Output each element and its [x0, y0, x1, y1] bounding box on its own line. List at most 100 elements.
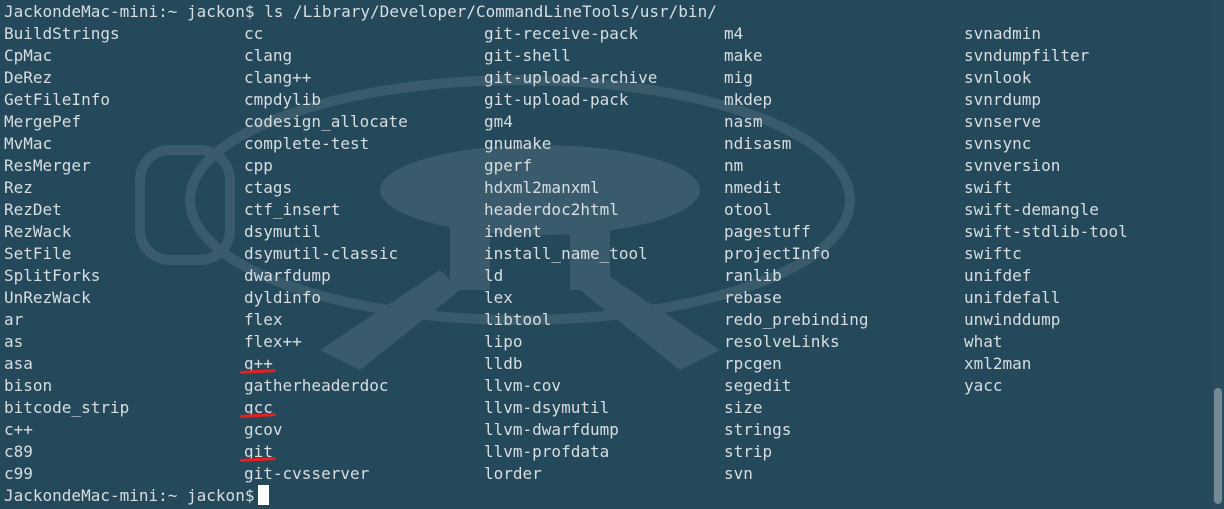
ls-entry: redo_prebinding — [724, 310, 869, 329]
ls-entry: indent — [484, 222, 542, 241]
terminal-window[interactable]: JackondeMac-mini:~ jackon$ ls /Library/D… — [0, 0, 1224, 509]
ls-entry: mkdep — [724, 90, 773, 109]
ls-entry: unifdefall — [964, 288, 1061, 307]
ls-entry: dyldinfo — [244, 288, 322, 307]
ls-entry: git-upload-archive — [484, 68, 658, 87]
ls-entry: swift — [964, 178, 1013, 197]
ls-entry: c99 — [4, 464, 33, 483]
ls-entry: what — [964, 332, 1003, 351]
ls-entry: lex — [484, 288, 513, 307]
shell-prompt[interactable]: JackondeMac-mini:~ jackon$ — [4, 485, 270, 507]
scrollbar-thumb[interactable] — [1214, 388, 1222, 504]
ls-entry: ld — [484, 266, 504, 285]
ls-entry: asa — [4, 354, 33, 373]
ls-entry: flex++ — [244, 332, 302, 351]
ls-entry: git-shell — [484, 46, 571, 65]
ls-entry: strip — [724, 442, 773, 461]
ls-entry: svnsync — [964, 134, 1032, 153]
ls-entry: gm4 — [484, 112, 513, 131]
ls-entry: nasm — [724, 112, 763, 131]
ls-entry: DeRez — [4, 68, 53, 87]
ls-entry: otool — [724, 200, 773, 219]
ls-entry: BuildStrings — [4, 24, 120, 43]
ls-entry: c++ — [4, 420, 33, 439]
ls-entry: MvMac — [4, 134, 53, 153]
ls-entry: gcc — [239, 397, 408, 419]
ls-entry: xml2man — [964, 354, 1032, 373]
ls-entry: projectInfo — [724, 244, 830, 263]
ls-entry: llvm-cov — [484, 376, 562, 395]
ls-entry: llvm-profdata — [484, 442, 610, 461]
ls-entry: git-cvsserver — [244, 464, 370, 483]
ls-column: BuildStrings CpMac DeRez GetFileInfo MergePe… — [4, 23, 129, 485]
ls-entry: install_name_tool — [484, 244, 648, 263]
ls-entry: GetFileInfo — [4, 90, 110, 109]
ls-entry: segedit — [724, 376, 792, 395]
ls-entry: lipo — [484, 332, 523, 351]
ls-entry: svnlook — [964, 68, 1032, 87]
ls-entry: cc — [244, 24, 264, 43]
ls-entry: as — [4, 332, 24, 351]
ls-entry: clang — [244, 46, 293, 65]
ls-entry: gatherheaderdoc — [244, 376, 389, 395]
ls-entry: svn — [724, 464, 753, 483]
ls-entry: RezDet — [4, 200, 62, 219]
ls-entry: ranlib — [724, 266, 782, 285]
ls-entry: resolveLinks — [724, 332, 840, 351]
ls-entry: SplitForks — [4, 266, 101, 285]
ls-entry: gnumake — [484, 134, 552, 153]
ls-entry: MergePef — [4, 112, 82, 131]
ls-entry: m4 — [724, 24, 744, 43]
ls-entry: dsymutil — [244, 222, 322, 241]
ls-entry: bison — [4, 376, 53, 395]
ls-column: cc clang clang++ cmpdylib codesign_allocate c… — [239, 23, 408, 485]
ls-entry: g++ — [239, 353, 408, 375]
ls-entry: complete-test — [244, 134, 370, 153]
ls-entry: git-receive-pack — [484, 24, 639, 43]
ls-entry: svnversion — [964, 156, 1061, 175]
ls-entry: pagestuff — [724, 222, 811, 241]
ls-entry: ResMerger — [4, 156, 91, 175]
ls-entry: RezWack — [4, 222, 72, 241]
ls-entry: ctf_insert — [244, 200, 341, 219]
ls-entry: libtool — [484, 310, 552, 329]
ls-entry: unwinddump — [964, 310, 1061, 329]
ls-entry: lldb — [484, 354, 523, 373]
ls-entry: unifdef — [964, 266, 1032, 285]
ls-entry: cmpdylib — [244, 90, 322, 109]
ls-entry: Rez — [4, 178, 33, 197]
red-underline-annotation — [239, 369, 277, 374]
command-line: JackondeMac-mini:~ jackon$ ls /Library/D… — [4, 2, 717, 21]
ls-entry: rpcgen — [724, 354, 782, 373]
ls-entry: cpp — [244, 156, 273, 175]
prompt-text: JackondeMac-mini:~ jackon$ — [4, 486, 255, 505]
ls-entry: hdxml2manxml — [484, 178, 600, 197]
red-underline-annotation — [239, 413, 277, 418]
ls-entry: gperf — [484, 156, 533, 175]
red-underline-annotation — [239, 457, 277, 462]
text-cursor — [258, 485, 270, 505]
ls-entry: clang++ — [244, 68, 312, 87]
ls-entry: nm — [724, 156, 744, 175]
ls-entry: gcov — [244, 420, 283, 439]
ls-entry: size — [724, 398, 763, 417]
ls-entry: yacc — [964, 376, 1003, 395]
ls-entry: llvm-dsymutil — [484, 398, 610, 417]
ls-entry: make — [724, 46, 763, 65]
ls-entry: ar — [4, 310, 24, 329]
ls-entry: git — [239, 441, 408, 463]
ls-entry: mig — [724, 68, 753, 87]
ls-entry: git-upload-pack — [484, 90, 629, 109]
ls-entry: flex — [244, 310, 283, 329]
ls-entry: svnadmin — [964, 24, 1042, 43]
ls-entry: UnRezWack — [4, 288, 91, 307]
ls-entry: SetFile — [4, 244, 72, 263]
ls-column: m4 make mig mkdep nasm ndisasm nm nmedit otool pa… — [724, 23, 869, 485]
ls-entry: swiftc — [964, 244, 1022, 263]
ls-entry: dwarfdump — [244, 266, 331, 285]
ls-entry: strings — [724, 420, 792, 439]
ls-entry: svnserve — [964, 112, 1042, 131]
ls-entry: lorder — [484, 464, 542, 483]
ls-entry: svnrdump — [964, 90, 1042, 109]
ls-entry: headerdoc2html — [484, 200, 619, 219]
